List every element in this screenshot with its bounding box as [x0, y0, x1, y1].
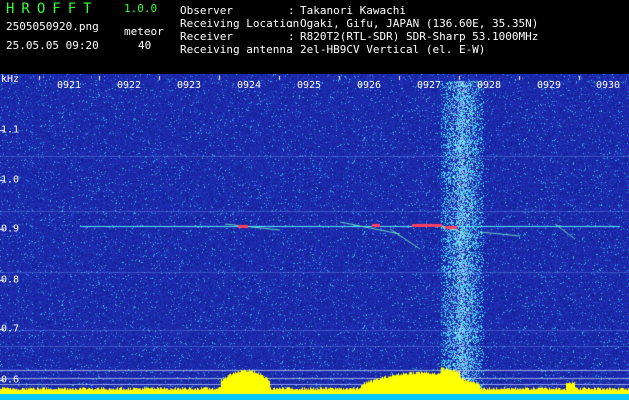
- time-tick-label: 0928: [476, 80, 502, 91]
- info-row-antenna: Receiving antenna : 2el-HB9CV Vertical (…: [180, 43, 538, 56]
- info-label: Receiving Location: [180, 17, 300, 30]
- frequency-tick-label: 1.0: [1, 174, 20, 186]
- frequency-unit-label: kHz: [1, 74, 20, 85]
- spectrogram-area: [0, 74, 629, 400]
- app-title: HROFFT: [6, 1, 99, 17]
- info-row-receiver: Receiver : R820T2(RTL-SDR) SDR-Sharp 53.…: [180, 30, 538, 43]
- time-tick-label: 0922: [116, 80, 142, 91]
- time-tick-label: 0930: [595, 80, 621, 91]
- frequency-tick-label: 0.8: [1, 274, 20, 286]
- time-tick-label: 0926: [356, 80, 382, 91]
- info-colon: :: [288, 17, 295, 30]
- info-colon: :: [288, 43, 295, 56]
- frequency-tick-label: 0.7: [1, 323, 20, 335]
- time-tick-label: 0925: [296, 80, 322, 91]
- detection-label: meteor: [124, 25, 164, 38]
- frequency-tick-label: 0.6: [1, 374, 20, 386]
- info-value: 2el-HB9CV Vertical (el. E-W): [300, 43, 486, 56]
- time-tick-label: 0929: [536, 80, 562, 91]
- frequency-tick-label: 0.9: [1, 223, 20, 235]
- station-info: Observer : Takanori Kawachi Receiving Lo…: [180, 4, 538, 56]
- info-label: Receiver: [180, 30, 233, 43]
- header: HROFFT 1.0.0 2505050920.png meteor 25.05…: [0, 0, 629, 74]
- spectrogram-canvas: [0, 74, 629, 400]
- time-tick-label: 0924: [236, 80, 262, 91]
- app-version: 1.0.0: [124, 2, 158, 15]
- detection-count: 40: [138, 39, 152, 52]
- info-value: Takanori Kawachi: [300, 4, 406, 17]
- info-colon: :: [288, 4, 295, 17]
- info-value: Ogaki, Gifu, JAPAN (136.60E, 35.35N): [300, 17, 539, 30]
- info-row-location: Receiving Location : Ogaki, Gifu, JAPAN …: [180, 17, 538, 30]
- info-row-observer: Observer : Takanori Kawachi: [180, 4, 538, 17]
- info-label: Observer: [180, 4, 233, 17]
- time-tick-label: 0927: [416, 80, 442, 91]
- observation-datetime: 25.05.05 09:20: [6, 39, 99, 52]
- file-name: 2505050920.png: [6, 20, 99, 33]
- time-tick-label: 0921: [56, 80, 82, 91]
- frequency-tick-label: 1.1: [1, 124, 20, 136]
- info-value: R820T2(RTL-SDR) SDR-Sharp 53.1000MHz: [300, 30, 539, 43]
- info-colon: :: [288, 30, 295, 43]
- info-label: Receiving antenna: [180, 43, 293, 56]
- time-tick-label: 0923: [176, 80, 202, 91]
